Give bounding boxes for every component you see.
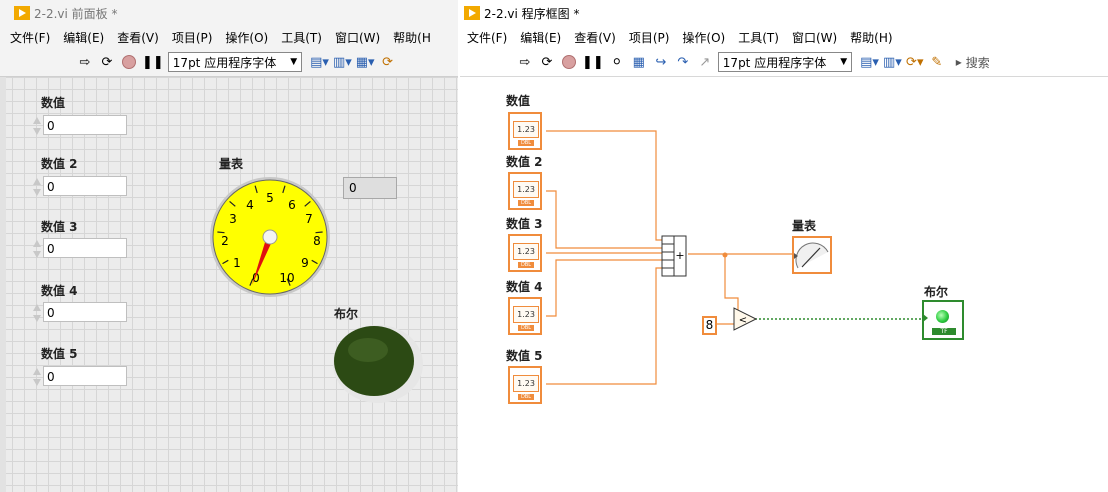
bool-terminal-label: 布尔: [924, 285, 949, 299]
numeric-terminal-3[interactable]: 1.23 DBL: [508, 234, 542, 272]
terminal-label-1: 数值: [506, 94, 531, 108]
compound-add-node[interactable]: +: [661, 235, 687, 277]
terminal-value-1: 1.23: [513, 121, 539, 138]
terminal-value-5: 1.23: [513, 375, 539, 392]
input-arrow-icon: [923, 314, 928, 322]
terminal-label-4: 数值 4: [506, 280, 543, 294]
terminal-label-3: 数值 3: [506, 217, 543, 231]
gauge-terminal-label: 量表: [792, 219, 817, 233]
numeric-terminal-5[interactable]: 1.23 DBL: [508, 366, 542, 404]
tf-tag: TF: [932, 328, 956, 335]
dbl-tag: DBL: [518, 262, 534, 268]
compare-symbol: <: [739, 315, 747, 326]
add-symbol: +: [675, 249, 684, 262]
gauge-terminal-icon: [794, 242, 829, 269]
terminal-value-4: 1.23: [513, 306, 539, 323]
terminal-label-2: 数值 2: [506, 155, 543, 169]
wire-layer: + <: [546, 130, 922, 385]
gauge-terminal[interactable]: [792, 236, 832, 274]
dbl-tag: DBL: [518, 394, 534, 400]
terminal-value-3: 1.23: [513, 243, 539, 260]
dbl-tag: DBL: [518, 140, 534, 146]
wire-junction: [722, 252, 728, 258]
terminal-value-2: 1.23: [513, 181, 539, 198]
numeric-terminal-4[interactable]: 1.23 DBL: [508, 297, 542, 335]
terminal-label-5: 数值 5: [506, 349, 543, 363]
numeric-constant[interactable]: 8: [702, 316, 717, 335]
dbl-tag: DBL: [518, 200, 534, 206]
boolean-terminal[interactable]: TF: [922, 300, 964, 340]
dbl-tag: DBL: [518, 325, 534, 331]
green-led-icon: [936, 310, 949, 323]
less-than-node[interactable]: <: [733, 307, 758, 331]
numeric-terminal-2[interactable]: 1.23 DBL: [508, 172, 542, 210]
numeric-terminal-1[interactable]: 1.23 DBL: [508, 112, 542, 150]
